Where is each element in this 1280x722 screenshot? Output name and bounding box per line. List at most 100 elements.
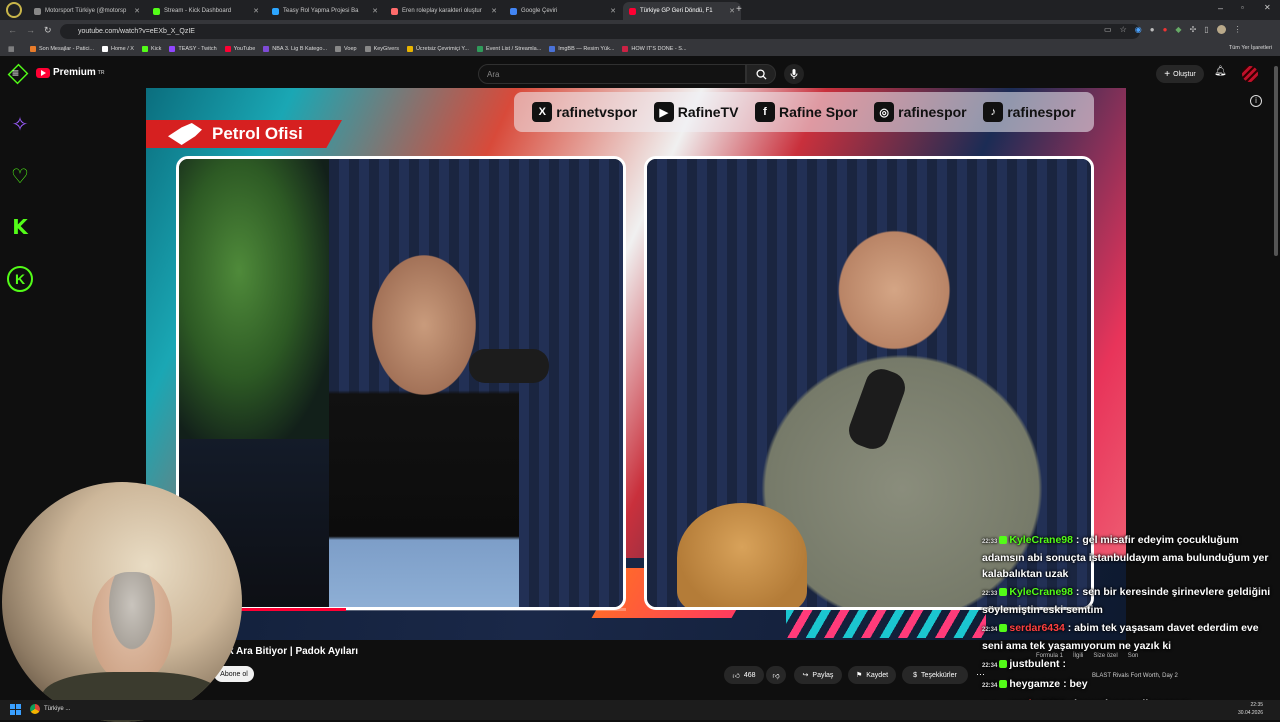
extensions-puzzle-icon[interactable]: ✣ [1190,25,1197,34]
create-button[interactable]: + Oluştur [1156,65,1204,83]
youtube-logo[interactable]: Premium TR [36,67,104,78]
chat-username[interactable]: KyleCrane98 [1009,534,1073,546]
new-tab-button[interactable]: + [736,4,742,15]
tab-close-icon[interactable]: ✕ [610,7,616,15]
apps-icon[interactable]: ▦ [8,45,15,53]
share-button[interactable]: ↪ Paylaş [794,666,842,684]
tab-close-icon[interactable]: ✕ [372,7,378,15]
chat-username[interactable]: heygamze [1009,678,1060,690]
tab-title: Google Çeviri [521,8,558,14]
info-icon[interactable]: i [1250,95,1262,107]
tab-close-icon[interactable]: ✕ [253,7,259,15]
plant-decoration [179,159,329,439]
thumbs-up-icon: 👍︎ [732,672,740,680]
bookmark-item[interactable]: HOW IT'S DONE - S... [622,46,687,52]
browser-tab-bar: Motorsport Türkiye (@motorsp ✕ Stream - Ki… [0,0,1280,20]
browser-tab[interactable]: Motorsport Türkiye (@motorsp ✕ [28,2,146,20]
tab-close-icon[interactable]: ✕ [134,7,140,15]
tab-favicon-icon [629,7,636,15]
bookmark-item[interactable]: Voep [335,46,357,52]
chat-timestamp: 22:34 [982,683,998,689]
extension-icon[interactable]: ● [1163,25,1168,34]
bookmark-item[interactable]: NBA 3. Lig B Katego... [263,46,327,52]
tab-favicon-icon [391,7,398,15]
search-input[interactable]: Ara [478,64,746,84]
instagram-icon: ◎ [874,102,895,122]
clock[interactable]: 22:35 30.04.2026 [1238,701,1263,717]
tab-close-icon[interactable]: ✕ [729,7,735,15]
chat-username[interactable]: KyleCrane98 [1009,586,1073,598]
bookmark-item[interactable]: Event List / Streamla... [476,46,541,52]
sparkle-icon[interactable]: ✧ [6,110,34,138]
scrollbar[interactable] [1274,66,1278,256]
notifications-bell-icon[interactable]: 🔔︎ [1214,66,1227,77]
bookmark-item[interactable]: Son Mesajlar - Patici... [30,46,94,52]
close-window-icon[interactable]: ✕ [1264,3,1271,12]
sidepanel-icon[interactable]: ▯ [1204,25,1208,34]
bookmark-item[interactable]: Ücretsiz Çevrimiçi Y... [406,46,469,52]
streamer-head [92,572,172,682]
search-button[interactable] [746,64,776,84]
profile-icon[interactable] [6,2,22,18]
reload-icon[interactable]: ↻ [44,25,52,36]
back-icon[interactable]: ← [8,25,17,35]
taskbar-app-chrome[interactable]: Türkiye ... [30,704,70,714]
kick-logo-icon[interactable]: K [6,213,34,241]
bookmark-item[interactable]: Home / X [102,46,134,52]
bookmark-label: Son Mesajlar - Patici... [39,46,95,52]
minimize-icon[interactable]: – [1218,3,1223,13]
chat-username[interactable]: justbulent [1009,658,1059,670]
url-bar[interactable]: youtube.com/watch?v=eEXb_X_QzIE [60,24,1140,39]
chat-message: 22:34 serdar6434 : abim tek yaşasam davet… [982,620,1278,654]
youtube-play-icon [36,67,50,78]
browser-tab[interactable]: Stream - Kick Dashboard ✕ [147,2,265,20]
thanks-icon: $ [913,671,918,679]
share-label: Paylaş [812,671,834,679]
thanks-button[interactable]: $ Teşekkürler [902,666,968,684]
dislike-button[interactable]: 👎︎ [766,666,786,684]
extension-icon[interactable]: ◉ [1135,25,1142,34]
social-handle: Xrafinetvspor [532,102,637,122]
cast-icon[interactable]: ▭ [1104,25,1112,34]
all-bookmarks[interactable]: Tüm Yer İşaretleri [1229,45,1272,51]
channel-avatar[interactable] [1242,66,1258,82]
tab-close-icon[interactable]: ✕ [491,7,497,15]
like-button[interactable]: 👍︎ 468 [724,666,764,684]
tiktok-icon: ♪ [983,102,1004,122]
bookmark-label: NBA 3. Lig B Katego... [272,46,328,52]
bookmark-favicon-icon [335,46,342,52]
extension-icon[interactable]: ● [1150,25,1155,34]
sponsor-logo-icon [168,123,202,145]
progress-bar[interactable] [226,608,626,611]
browser-tab[interactable]: Eren roleplay karakteri oluştur ✕ [385,2,503,20]
chat-username[interactable]: serdar6434 [1009,622,1064,634]
windows-start-icon[interactable] [10,704,21,715]
menu-icon[interactable]: ⋮ [1234,25,1242,34]
avatar[interactable] [1216,25,1226,34]
youtube-logo-text: Premium [53,67,96,78]
bookmark-item[interactable]: KeyGivers [364,46,399,52]
bookmark-item[interactable]: Kick [141,46,161,52]
bookmark-item[interactable]: YouTube [224,46,255,52]
kick-badge-icon [999,680,1008,689]
voice-search-button[interactable] [784,64,804,84]
browser-tab[interactable]: Türkiye GP Geri Döndü, F1 ✕ [623,2,741,20]
browser-tab[interactable]: Teasy Rol Yapma Projesi Ba ✕ [266,2,384,20]
heart-icon[interactable]: ♡ [6,162,34,190]
bookmarks-bar: ▦ Son Mesajlar - Patici... Home / X Kick TE… [0,42,1280,56]
browser-tab[interactable]: Google Çeviri ✕ [504,2,622,20]
bookmark-item[interactable]: TEASY - Twitch [169,46,217,52]
bookmark-icon: ⚑ [855,672,863,679]
maximize-icon[interactable]: ▫ [1241,3,1244,12]
hamburger-menu-icon[interactable]: ≡ [12,66,19,80]
bookmark-item[interactable]: ImgBB — Resim Yük... [549,46,614,52]
video-player[interactable]: Petrol Ofisi Xrafinetvspor ▶ RafineTV f Rafi… [146,88,1126,640]
social-handle: ♪ rafinespor [983,102,1076,122]
share-icon: ↪ [802,672,809,679]
save-button[interactable]: ⚑ Kaydet [848,666,896,684]
star-icon[interactable]: ☆ [1120,25,1127,34]
extension-icon[interactable]: ◆ [1175,25,1181,34]
kick-circle-icon[interactable]: K [6,265,34,293]
forward-icon[interactable]: → [26,25,35,35]
search-icon [755,68,767,80]
